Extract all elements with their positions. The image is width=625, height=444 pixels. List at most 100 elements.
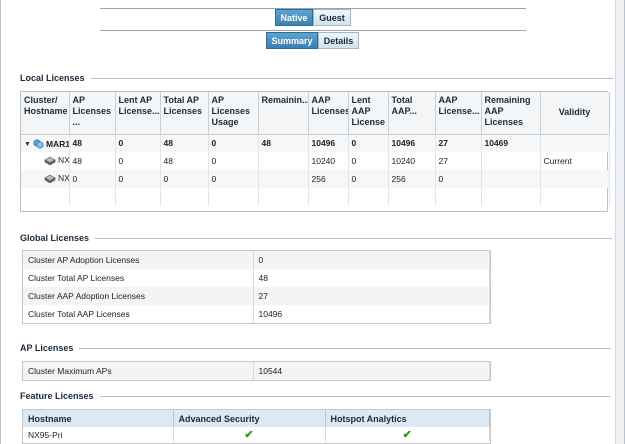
- cluster-name: MAR1: [45, 139, 69, 149]
- list-item: Cluster AP Adoption Licenses 0: [23, 251, 490, 269]
- cell: 48: [160, 152, 209, 170]
- col-validity[interactable]: Validity: [540, 92, 610, 135]
- ap-licenses-title: AP Licenses: [20, 343, 74, 353]
- feature-advanced-security-cell: ✔: [173, 427, 326, 442]
- cell: 10469: [481, 134, 541, 152]
- host-name: NX: [58, 173, 69, 184]
- section-rule: [95, 237, 613, 239]
- global-licenses-grid: Cluster AP Adoption Licenses 0 Cluster To…: [22, 250, 491, 324]
- table-row[interactable]: NX95-Pri ✔ ✔: [23, 427, 490, 442]
- col-ap-licenses-usage[interactable]: AP Licenses Usage: [208, 92, 259, 135]
- col-lent-ap-license[interactable]: Lent AP License...: [115, 92, 161, 135]
- col-total-aap[interactable]: Total AAP...: [388, 92, 436, 135]
- cell: 10240: [308, 152, 349, 170]
- section-local-licenses: Local Licenses: [20, 73, 614, 83]
- cell: 10240: [388, 152, 436, 170]
- cell: 48: [258, 134, 309, 152]
- cell: [481, 152, 541, 170]
- check-icon: ✔: [244, 429, 254, 441]
- host-name: NX: [58, 155, 69, 166]
- global-value: 27: [253, 287, 490, 305]
- cell: 27: [435, 134, 482, 152]
- table-row[interactable]: NX 0 0 0 0 256 0 256 0: [21, 170, 610, 188]
- cell: [540, 170, 610, 188]
- cell: 256: [388, 170, 436, 188]
- cell: 10496: [388, 134, 436, 152]
- device-icon: [44, 156, 56, 165]
- cell: 48: [69, 134, 116, 152]
- global-label: Cluster AP Adoption Licenses: [23, 251, 254, 269]
- cell: 0: [69, 170, 116, 188]
- device-icon: [44, 174, 56, 183]
- local-licenses-title: Local Licenses: [20, 73, 85, 83]
- col-hotspot-analytics[interactable]: Hotspot Analytics: [325, 410, 490, 427]
- col-lent-aap-license[interactable]: Lent AAP License: [348, 92, 389, 135]
- expand-triangle-icon[interactable]: ▼: [24, 141, 31, 148]
- col-remaining[interactable]: Remainin...: [258, 92, 309, 135]
- col-cluster-hostname[interactable]: Cluster/ Hostname: [21, 92, 70, 135]
- feature-licenses-title: Feature Licenses: [20, 391, 94, 401]
- section-ap-licenses: AP Licenses: [20, 343, 612, 353]
- tab-guest[interactable]: Guest: [313, 9, 351, 26]
- global-value: 10496: [253, 305, 490, 323]
- section-rule: [79, 347, 612, 349]
- global-value: 48: [253, 269, 490, 287]
- cell: 0: [115, 152, 161, 170]
- list-item: Cluster Total AAP Licenses 10496: [23, 305, 490, 323]
- tab-native[interactable]: Native: [275, 9, 313, 26]
- cell: 48: [69, 152, 116, 170]
- cell: Current: [540, 152, 610, 170]
- cell: [481, 170, 541, 188]
- cell: [540, 134, 610, 152]
- cell: 0: [208, 152, 259, 170]
- list-item: Cluster Maximum APs 10544: [23, 362, 490, 380]
- cell: [258, 152, 309, 170]
- feature-licenses-grid: Hostname Advanced Security Hotspot Analy…: [22, 409, 491, 444]
- col-aap-licenses[interactable]: AAP Licenses: [308, 92, 349, 135]
- ap-value: 10544: [253, 362, 490, 380]
- list-item: Cluster Total AP Licenses 48: [23, 269, 490, 287]
- col-advanced-security[interactable]: Advanced Security: [173, 410, 326, 427]
- cell: 10496: [308, 134, 349, 152]
- col-hostname[interactable]: Hostname: [23, 410, 174, 427]
- ap-label: Cluster Maximum APs: [23, 362, 254, 380]
- global-label: Cluster AAP Adoption Licenses: [23, 287, 254, 305]
- cell: 0: [160, 170, 209, 188]
- feature-hostname: NX95-Pri: [23, 427, 174, 442]
- tab-summary[interactable]: Summary: [266, 32, 318, 49]
- col-remaining-aap-licenses[interactable]: Remaining AAP Licenses: [481, 92, 541, 135]
- cell: 48: [160, 134, 209, 152]
- cell: 0: [208, 170, 259, 188]
- tab-details[interactable]: Details: [318, 32, 359, 49]
- global-label: Cluster Total AAP Licenses: [23, 305, 254, 323]
- feature-hotspot-analytics-cell: ✔: [325, 427, 490, 442]
- check-icon: ✔: [402, 429, 412, 441]
- cell: 0: [348, 170, 389, 188]
- cell: 0: [208, 134, 259, 152]
- section-rule: [90, 77, 614, 79]
- host-cell: NX: [21, 170, 70, 188]
- cell: 0: [115, 170, 161, 188]
- local-licenses-table: Cluster/ Hostname AP Licenses ... Lent A…: [21, 92, 610, 206]
- col-total-ap-licenses[interactable]: Total AP Licenses: [160, 92, 209, 135]
- cell: 0: [348, 134, 389, 152]
- global-licenses-title: Global Licenses: [20, 233, 90, 243]
- section-feature-licenses: Feature Licenses: [20, 391, 610, 401]
- section-global-licenses: Global Licenses: [20, 233, 613, 243]
- vertical-scrollbar[interactable]: [615, 0, 624, 444]
- cell: 0: [435, 170, 482, 188]
- table-row[interactable]: NX 48 0 48 0 10240 0 10240 27 Current: [21, 152, 610, 170]
- global-label: Cluster Total AP Licenses: [23, 269, 254, 287]
- table-row[interactable]: ▼ MAR1 48 0 48 0 48 10496 0 10496 27 104…: [21, 134, 610, 152]
- list-item: Cluster AAP Adoption Licenses 27: [23, 287, 490, 305]
- divider-mid: [100, 30, 526, 31]
- cluster-icon: [33, 139, 44, 149]
- host-cell: NX: [21, 152, 70, 170]
- col-ap-licenses[interactable]: AP Licenses ...: [69, 92, 116, 135]
- table-row-empty: [21, 188, 610, 206]
- cell: 256: [308, 170, 349, 188]
- cell: 27: [435, 152, 482, 170]
- global-value: 0: [253, 251, 490, 269]
- col-aap-license[interactable]: AAP License...: [435, 92, 482, 135]
- view-toggle: Summary Details: [266, 32, 359, 49]
